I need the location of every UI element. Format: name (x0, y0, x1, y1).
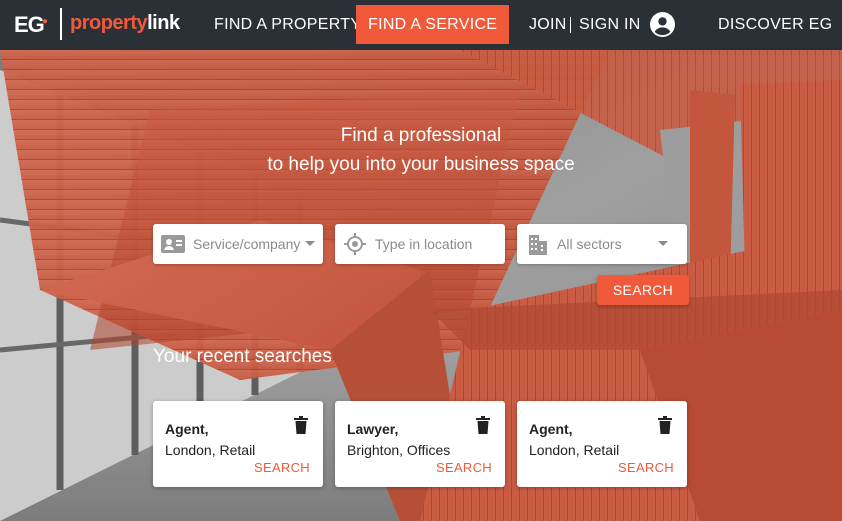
recent-search-link[interactable]: SEARCH (436, 460, 492, 475)
hero-headline-line2: to help you into your business space (267, 154, 575, 175)
search-button[interactable]: SEARCH (597, 275, 689, 305)
hero-section: Find a professional to help you into you… (0, 50, 842, 521)
recent-searches-title: Your recent searches (153, 346, 332, 367)
nav-sign-in[interactable]: SIGN IN (579, 0, 641, 50)
logo-property-text: property (70, 12, 148, 34)
hero-headline-line1: Find a professional (340, 125, 502, 146)
trash-icon[interactable] (476, 416, 490, 434)
top-navigation: EG ● propertylink FIND A PROPERTY FIND A… (0, 0, 842, 50)
logo-divider (60, 8, 62, 40)
nav-find-service[interactable]: FIND A SERVICE (356, 5, 510, 44)
trash-icon[interactable] (658, 416, 672, 434)
trash-icon[interactable] (294, 416, 308, 434)
sectors-value: All sectors (557, 236, 622, 252)
eg-logo[interactable]: EG ● (14, 12, 48, 38)
chevron-down-icon (658, 241, 668, 246)
contact-card-icon (161, 235, 185, 253)
service-company-select[interactable]: Service/company (153, 224, 323, 264)
recent-search-link[interactable]: SEARCH (254, 460, 310, 475)
building-icon (529, 235, 547, 255)
recent-search-card[interactable]: Agent, London, Retail SEARCH (153, 401, 323, 487)
recent-search-link[interactable]: SEARCH (618, 460, 674, 475)
service-company-placeholder: Service/company (193, 236, 301, 252)
location-input[interactable]: Type in location (335, 224, 505, 264)
logo-link-text: link (147, 12, 180, 34)
sectors-select[interactable]: All sectors (517, 224, 687, 264)
recent-search-card[interactable]: Agent, London, Retail SEARCH (517, 401, 687, 487)
eg-logo-text: EG (14, 12, 45, 37)
nav-find-property[interactable]: FIND A PROPERTY (214, 0, 361, 50)
recent-search-location: London, Retail (165, 442, 256, 458)
logo-dots-icon: ● (42, 16, 48, 27)
recent-search-card[interactable]: Lawyer, Brighton, Offices SEARCH (335, 401, 505, 487)
recent-search-type: Agent, (529, 421, 573, 437)
nav-discover-eg[interactable]: DISCOVER EG (718, 0, 832, 50)
account-circle-icon[interactable] (650, 12, 675, 37)
recent-search-location: London, Retail (529, 442, 620, 458)
recent-search-type: Lawyer, (347, 421, 399, 437)
location-target-icon (344, 233, 366, 255)
location-placeholder: Type in location (375, 236, 473, 252)
nav-divider (570, 17, 571, 33)
propertylink-logo[interactable]: propertylink (70, 12, 180, 35)
nav-join[interactable]: JOIN (529, 0, 567, 50)
chevron-down-icon (305, 241, 315, 246)
recent-search-location: Brighton, Offices (347, 442, 451, 458)
recent-search-type: Agent, (165, 421, 209, 437)
